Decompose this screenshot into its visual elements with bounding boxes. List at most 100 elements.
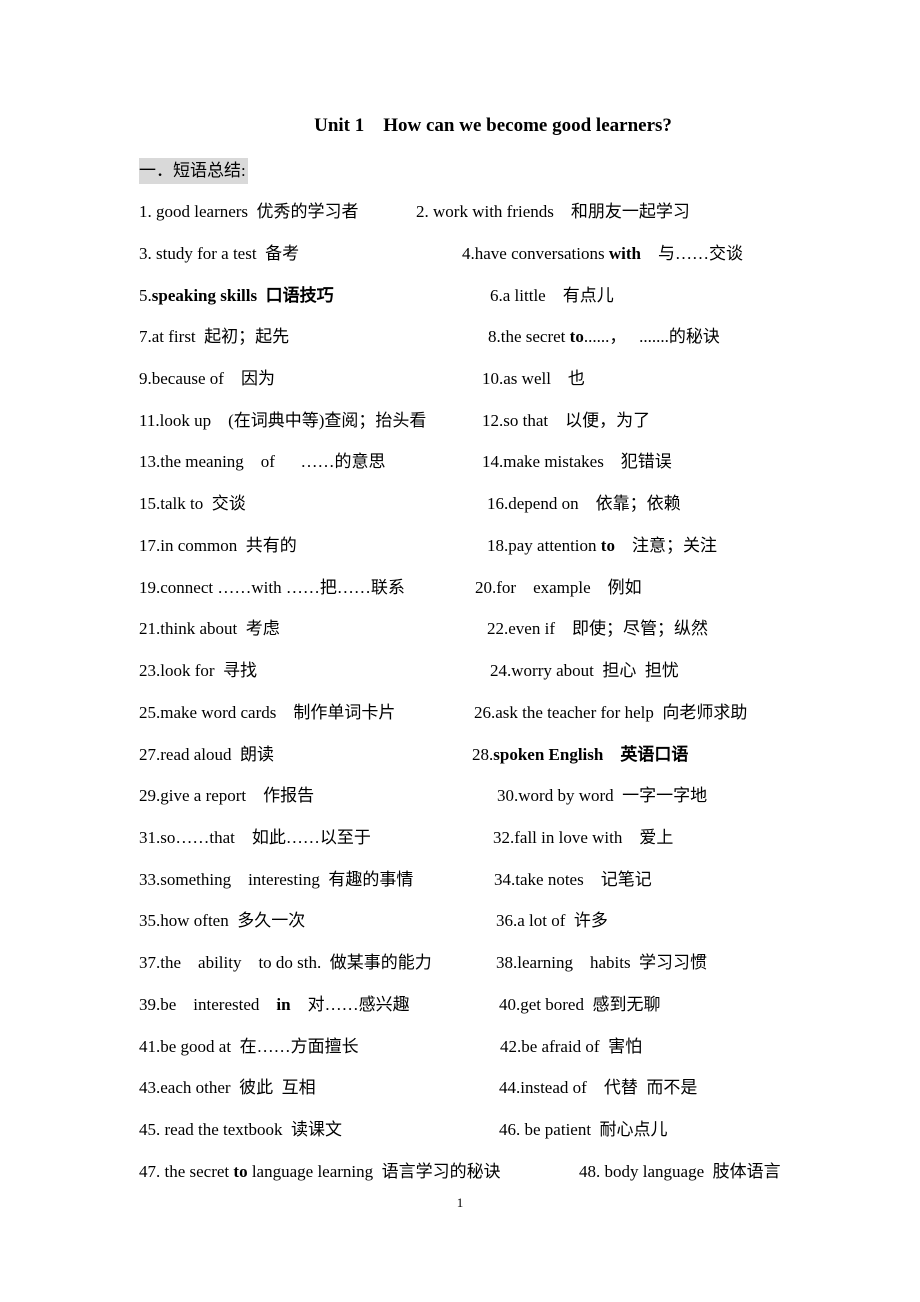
- phrase-text: 4.have conversations: [462, 244, 609, 263]
- phrase-item: 10.as well 也: [482, 368, 585, 390]
- phrase-text: 27.read aloud 朗读: [139, 745, 275, 764]
- phrase-text: 9.because of 因为: [139, 369, 275, 388]
- page-number: 1: [456, 1195, 464, 1210]
- phrase-text: 15.talk to 交谈: [139, 494, 246, 513]
- phrase-text-bold: to: [569, 327, 584, 346]
- phrase-text: 12.so that 以便，为了: [482, 411, 651, 430]
- phrase-item: 4.have conversations with 与……交谈: [462, 243, 743, 265]
- phrase-text: 31.so……that 如此……以至于: [139, 828, 371, 847]
- phrase-text: 30.word by word 一字一字地: [497, 786, 708, 805]
- document-title: Unit 1 How can we become good learners?: [314, 115, 672, 136]
- phrase-text: 1. good learners 优秀的学习者: [139, 202, 359, 221]
- phrase-item: 1. good learners 优秀的学习者: [139, 201, 359, 223]
- phrase-text: 29.give a report 作报告: [139, 786, 315, 805]
- phrase-item: 25.make word cards 制作单词卡片: [139, 702, 395, 724]
- phrase-item: 31.so……that 如此……以至于: [139, 827, 371, 849]
- section-heading: 一．短语总结:: [139, 158, 248, 184]
- phrase-item: 8.the secret to......， .......的秘诀: [488, 326, 720, 348]
- phrase-item: 28.spoken English 英语口语: [472, 744, 688, 766]
- phrase-text: 10.as well 也: [482, 369, 585, 388]
- phrase-item: 18.pay attention to 注意；关注: [487, 535, 717, 557]
- phrase-item: 3. study for a test 备考: [139, 243, 299, 265]
- phrase-text: 42.be afraid of 害怕: [500, 1037, 643, 1056]
- phrase-text: 32.fall in love with 爱上: [493, 828, 674, 847]
- phrase-item: 32.fall in love with 爱上: [493, 827, 673, 849]
- phrase-text: 20.for example 例如: [475, 578, 642, 597]
- phrase-text: 2. work with friends 和朋友一起学习: [416, 202, 690, 221]
- phrase-text-bold: spoken English 英语口语: [493, 745, 689, 764]
- phrase-text: 23.look for 寻找: [139, 661, 258, 680]
- phrase-item: 22.even if 即使；尽管；纵然: [487, 618, 708, 640]
- phrase-text: 36.a lot of 许多: [496, 911, 608, 930]
- phrase-text: 13.the meaning of ……的意思: [139, 452, 386, 471]
- phrase-text: 28.: [472, 745, 494, 764]
- phrase-text: 39.be interested: [139, 995, 277, 1014]
- phrase-text: 26.ask the teacher for help 向老师求助: [474, 703, 748, 722]
- phrase-text: 19.connect ……with ……把……联系: [139, 578, 405, 597]
- phrase-text: 35.how often 多久一次: [139, 911, 306, 930]
- phrase-text: 11.look up (在词典中等)查阅；抬头看: [139, 411, 427, 430]
- phrase-item: 16.depend on 依靠；依赖: [487, 493, 681, 515]
- phrase-text: 14.make mistakes 犯错误: [482, 452, 672, 471]
- phrase-item: 35.how often 多久一次: [139, 910, 305, 932]
- phrase-text: 40.get bored 感到无聊: [499, 995, 661, 1014]
- phrase-text-bold: in: [276, 995, 291, 1014]
- phrase-item: 38.learning habits 学习习惯: [496, 952, 707, 974]
- phrase-text: 48. body language 肢体语言: [579, 1162, 781, 1181]
- phrase-text: 21.think about 考虑: [139, 619, 280, 638]
- phrase-text: 38.learning habits 学习习惯: [496, 953, 708, 972]
- phrase-item: 29.give a report 作报告: [139, 785, 314, 807]
- phrase-item: 42.be afraid of 害怕: [500, 1036, 642, 1058]
- phrase-text: 33.something interesting 有趣的事情: [139, 870, 414, 889]
- phrase-text: 对……感兴趣: [290, 995, 410, 1014]
- phrase-item: 5.speaking skills 口语技巧: [139, 285, 334, 307]
- phrase-text: 16.depend on 依靠；依赖: [487, 494, 681, 513]
- phrase-text: 8.the secret: [488, 327, 570, 346]
- phrase-item: 12.so that 以便，为了: [482, 410, 650, 432]
- phrase-item: 47. the secret to language learning 语言学习…: [139, 1161, 501, 1183]
- phrase-item: 27.read aloud 朗读: [139, 744, 274, 766]
- phrase-text: ......， .......的秘诀: [583, 327, 720, 346]
- phrase-text: 41.be good at 在……方面擅长: [139, 1037, 359, 1056]
- phrase-text: 46. be patient 耐心点儿: [499, 1120, 668, 1139]
- phrase-text: 5.: [139, 286, 152, 305]
- phrase-text: language learning 语言学习的秘诀: [247, 1162, 501, 1181]
- phrase-item: 39.be interested in 对……感兴趣: [139, 994, 410, 1016]
- phrase-text: 17.in common 共有的: [139, 536, 297, 555]
- phrase-item: 20.for example 例如: [475, 577, 642, 599]
- phrase-text: 注意；关注: [614, 536, 717, 555]
- phrase-text: 37.the ability to do sth. 做某事的能力: [139, 953, 432, 972]
- phrase-text: 6.a little 有点儿: [490, 286, 614, 305]
- phrase-item: 13.the meaning of ……的意思: [139, 451, 385, 473]
- phrase-text-bold: speaking skills 口语技巧: [151, 286, 334, 305]
- phrase-text: 47. the secret: [139, 1162, 234, 1181]
- phrase-text: 22.even if 即使；尽管；纵然: [487, 619, 708, 638]
- phrase-item: 40.get bored 感到无聊: [499, 994, 660, 1016]
- phrase-item: 33.something interesting 有趣的事情: [139, 869, 413, 891]
- phrase-text: 34.take notes 记笔记: [494, 870, 652, 889]
- phrase-item: 36.a lot of 许多: [496, 910, 608, 932]
- phrase-text: 43.each other 彼此 互相: [139, 1078, 316, 1097]
- phrase-text: 18.pay attention: [487, 536, 601, 555]
- phrase-item: 19.connect ……with ……把……联系: [139, 577, 405, 599]
- phrase-text: 45. read the textbook 读课文: [139, 1120, 343, 1139]
- phrase-text-bold: to: [233, 1162, 248, 1181]
- phrase-text: 7.at first 起初；起先: [139, 327, 290, 346]
- phrase-item: 23.look for 寻找: [139, 660, 257, 682]
- phrase-text: 25.make word cards 制作单词卡片: [139, 703, 396, 722]
- phrase-item: 7.at first 起初；起先: [139, 326, 289, 348]
- phrase-item: 41.be good at 在……方面擅长: [139, 1036, 359, 1058]
- phrase-item: 2. work with friends 和朋友一起学习: [416, 201, 690, 223]
- phrase-item: 17.in common 共有的: [139, 535, 297, 557]
- phrase-item: 43.each other 彼此 互相: [139, 1077, 316, 1099]
- phrase-item: 37.the ability to do sth. 做某事的能力: [139, 952, 432, 974]
- phrase-item: 24.worry about 担心 担忧: [490, 660, 679, 682]
- phrase-text-bold: with: [608, 244, 641, 263]
- phrase-text: 与……交谈: [640, 244, 743, 263]
- phrase-text: 44.instead of 代替 而不是: [499, 1078, 698, 1097]
- phrase-item: 48. body language 肢体语言: [579, 1161, 781, 1183]
- phrase-item: 34.take notes 记笔记: [494, 869, 652, 891]
- phrase-item: 21.think about 考虑: [139, 618, 280, 640]
- phrase-item: 11.look up (在词典中等)查阅；抬头看: [139, 410, 426, 432]
- phrase-item: 26.ask the teacher for help 向老师求助: [474, 702, 747, 724]
